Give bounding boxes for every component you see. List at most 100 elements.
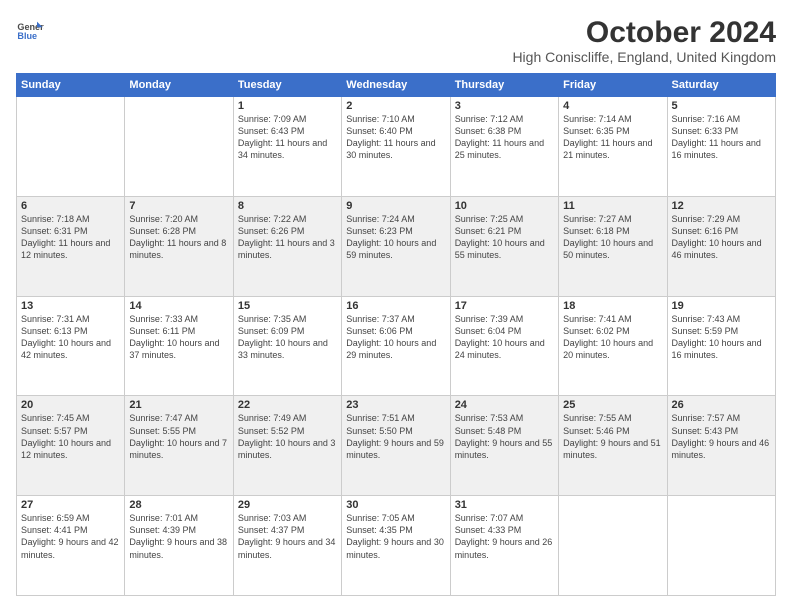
day-info: Sunrise: 7:25 AM Sunset: 6:21 PM Dayligh… [455,213,554,262]
day-info: Sunrise: 7:03 AM Sunset: 4:37 PM Dayligh… [238,512,337,561]
day-info: Sunrise: 7:05 AM Sunset: 4:35 PM Dayligh… [346,512,445,561]
day-number: 9 [346,200,445,212]
calendar-cell-w1-d3: 1Sunrise: 7:09 AM Sunset: 6:43 PM Daylig… [233,97,341,197]
day-info: Sunrise: 7:45 AM Sunset: 5:57 PM Dayligh… [21,412,120,461]
day-info: Sunrise: 7:01 AM Sunset: 4:39 PM Dayligh… [129,512,228,561]
title-block: October 2024 High Coniscliffe, England, … [512,16,776,65]
day-info: Sunrise: 7:24 AM Sunset: 6:23 PM Dayligh… [346,213,445,262]
day-info: Sunrise: 7:57 AM Sunset: 5:43 PM Dayligh… [672,412,771,461]
calendar-week-2: 6Sunrise: 7:18 AM Sunset: 6:31 PM Daylig… [17,196,776,296]
day-info: Sunrise: 7:53 AM Sunset: 5:48 PM Dayligh… [455,412,554,461]
calendar-cell-w1-d1 [17,97,125,197]
day-number: 8 [238,200,337,212]
calendar-cell-w5-d6 [559,496,667,596]
header-sunday: Sunday [17,74,125,97]
day-info: Sunrise: 7:12 AM Sunset: 6:38 PM Dayligh… [455,113,554,162]
calendar-cell-w1-d2 [125,97,233,197]
calendar-week-5: 27Sunrise: 6:59 AM Sunset: 4:41 PM Dayli… [17,496,776,596]
day-info: Sunrise: 7:55 AM Sunset: 5:46 PM Dayligh… [563,412,662,461]
day-info: Sunrise: 7:47 AM Sunset: 5:55 PM Dayligh… [129,412,228,461]
calendar-cell-w3-d3: 15Sunrise: 7:35 AM Sunset: 6:09 PM Dayli… [233,296,341,396]
calendar-cell-w2-d6: 11Sunrise: 7:27 AM Sunset: 6:18 PM Dayli… [559,196,667,296]
header-thursday: Thursday [450,74,558,97]
calendar-cell-w3-d6: 18Sunrise: 7:41 AM Sunset: 6:02 PM Dayli… [559,296,667,396]
day-info: Sunrise: 7:49 AM Sunset: 5:52 PM Dayligh… [238,412,337,461]
calendar-cell-w5-d1: 27Sunrise: 6:59 AM Sunset: 4:41 PM Dayli… [17,496,125,596]
day-info: Sunrise: 7:16 AM Sunset: 6:33 PM Dayligh… [672,113,771,162]
calendar-cell-w4-d2: 21Sunrise: 7:47 AM Sunset: 5:55 PM Dayli… [125,396,233,496]
day-number: 30 [346,499,445,511]
calendar-week-1: 1Sunrise: 7:09 AM Sunset: 6:43 PM Daylig… [17,97,776,197]
day-info: Sunrise: 7:33 AM Sunset: 6:11 PM Dayligh… [129,313,228,362]
day-number: 5 [672,100,771,112]
day-number: 1 [238,100,337,112]
day-number: 18 [563,300,662,312]
day-info: Sunrise: 7:29 AM Sunset: 6:16 PM Dayligh… [672,213,771,262]
calendar-week-4: 20Sunrise: 7:45 AM Sunset: 5:57 PM Dayli… [17,396,776,496]
calendar-cell-w5-d2: 28Sunrise: 7:01 AM Sunset: 4:39 PM Dayli… [125,496,233,596]
calendar-cell-w2-d2: 7Sunrise: 7:20 AM Sunset: 6:28 PM Daylig… [125,196,233,296]
day-info: Sunrise: 7:14 AM Sunset: 6:35 PM Dayligh… [563,113,662,162]
day-info: Sunrise: 7:35 AM Sunset: 6:09 PM Dayligh… [238,313,337,362]
calendar-cell-w2-d7: 12Sunrise: 7:29 AM Sunset: 6:16 PM Dayli… [667,196,775,296]
day-info: Sunrise: 7:41 AM Sunset: 6:02 PM Dayligh… [563,313,662,362]
day-number: 20 [21,399,120,411]
day-number: 10 [455,200,554,212]
day-number: 31 [455,499,554,511]
calendar-cell-w5-d4: 30Sunrise: 7:05 AM Sunset: 4:35 PM Dayli… [342,496,450,596]
calendar-header-row: Sunday Monday Tuesday Wednesday Thursday… [17,74,776,97]
day-number: 16 [346,300,445,312]
day-info: Sunrise: 7:22 AM Sunset: 6:26 PM Dayligh… [238,213,337,262]
header-friday: Friday [559,74,667,97]
header-saturday: Saturday [667,74,775,97]
day-info: Sunrise: 7:37 AM Sunset: 6:06 PM Dayligh… [346,313,445,362]
day-info: Sunrise: 7:20 AM Sunset: 6:28 PM Dayligh… [129,213,228,262]
calendar-cell-w4-d4: 23Sunrise: 7:51 AM Sunset: 5:50 PM Dayli… [342,396,450,496]
svg-text:Blue: Blue [17,31,37,41]
calendar-cell-w5-d7 [667,496,775,596]
header-wednesday: Wednesday [342,74,450,97]
calendar-cell-w1-d5: 3Sunrise: 7:12 AM Sunset: 6:38 PM Daylig… [450,97,558,197]
calendar-cell-w4-d6: 25Sunrise: 7:55 AM Sunset: 5:46 PM Dayli… [559,396,667,496]
day-number: 25 [563,399,662,411]
calendar-cell-w2-d1: 6Sunrise: 7:18 AM Sunset: 6:31 PM Daylig… [17,196,125,296]
day-number: 12 [672,200,771,212]
header-tuesday: Tuesday [233,74,341,97]
day-number: 23 [346,399,445,411]
day-number: 14 [129,300,228,312]
calendar-cell-w4-d5: 24Sunrise: 7:53 AM Sunset: 5:48 PM Dayli… [450,396,558,496]
day-number: 13 [21,300,120,312]
day-info: Sunrise: 7:07 AM Sunset: 4:33 PM Dayligh… [455,512,554,561]
day-number: 4 [563,100,662,112]
location: High Coniscliffe, England, United Kingdo… [512,49,776,65]
day-number: 7 [129,200,228,212]
day-number: 11 [563,200,662,212]
day-info: Sunrise: 7:09 AM Sunset: 6:43 PM Dayligh… [238,113,337,162]
day-number: 21 [129,399,228,411]
calendar-cell-w2-d3: 8Sunrise: 7:22 AM Sunset: 6:26 PM Daylig… [233,196,341,296]
calendar-cell-w3-d2: 14Sunrise: 7:33 AM Sunset: 6:11 PM Dayli… [125,296,233,396]
day-info: Sunrise: 7:51 AM Sunset: 5:50 PM Dayligh… [346,412,445,461]
calendar-cell-w2-d4: 9Sunrise: 7:24 AM Sunset: 6:23 PM Daylig… [342,196,450,296]
calendar-cell-w2-d5: 10Sunrise: 7:25 AM Sunset: 6:21 PM Dayli… [450,196,558,296]
day-info: Sunrise: 7:43 AM Sunset: 5:59 PM Dayligh… [672,313,771,362]
header-monday: Monday [125,74,233,97]
day-number: 3 [455,100,554,112]
day-number: 27 [21,499,120,511]
calendar-cell-w4-d3: 22Sunrise: 7:49 AM Sunset: 5:52 PM Dayli… [233,396,341,496]
calendar-cell-w3-d4: 16Sunrise: 7:37 AM Sunset: 6:06 PM Dayli… [342,296,450,396]
calendar-week-3: 13Sunrise: 7:31 AM Sunset: 6:13 PM Dayli… [17,296,776,396]
calendar-cell-w1-d4: 2Sunrise: 7:10 AM Sunset: 6:40 PM Daylig… [342,97,450,197]
calendar-cell-w4-d7: 26Sunrise: 7:57 AM Sunset: 5:43 PM Dayli… [667,396,775,496]
day-number: 26 [672,399,771,411]
day-number: 2 [346,100,445,112]
day-number: 22 [238,399,337,411]
day-number: 17 [455,300,554,312]
day-info: Sunrise: 6:59 AM Sunset: 4:41 PM Dayligh… [21,512,120,561]
day-number: 29 [238,499,337,511]
calendar-cell-w5-d3: 29Sunrise: 7:03 AM Sunset: 4:37 PM Dayli… [233,496,341,596]
logo: General Blue [16,16,44,44]
calendar-cell-w3-d7: 19Sunrise: 7:43 AM Sunset: 5:59 PM Dayli… [667,296,775,396]
day-number: 6 [21,200,120,212]
day-info: Sunrise: 7:31 AM Sunset: 6:13 PM Dayligh… [21,313,120,362]
